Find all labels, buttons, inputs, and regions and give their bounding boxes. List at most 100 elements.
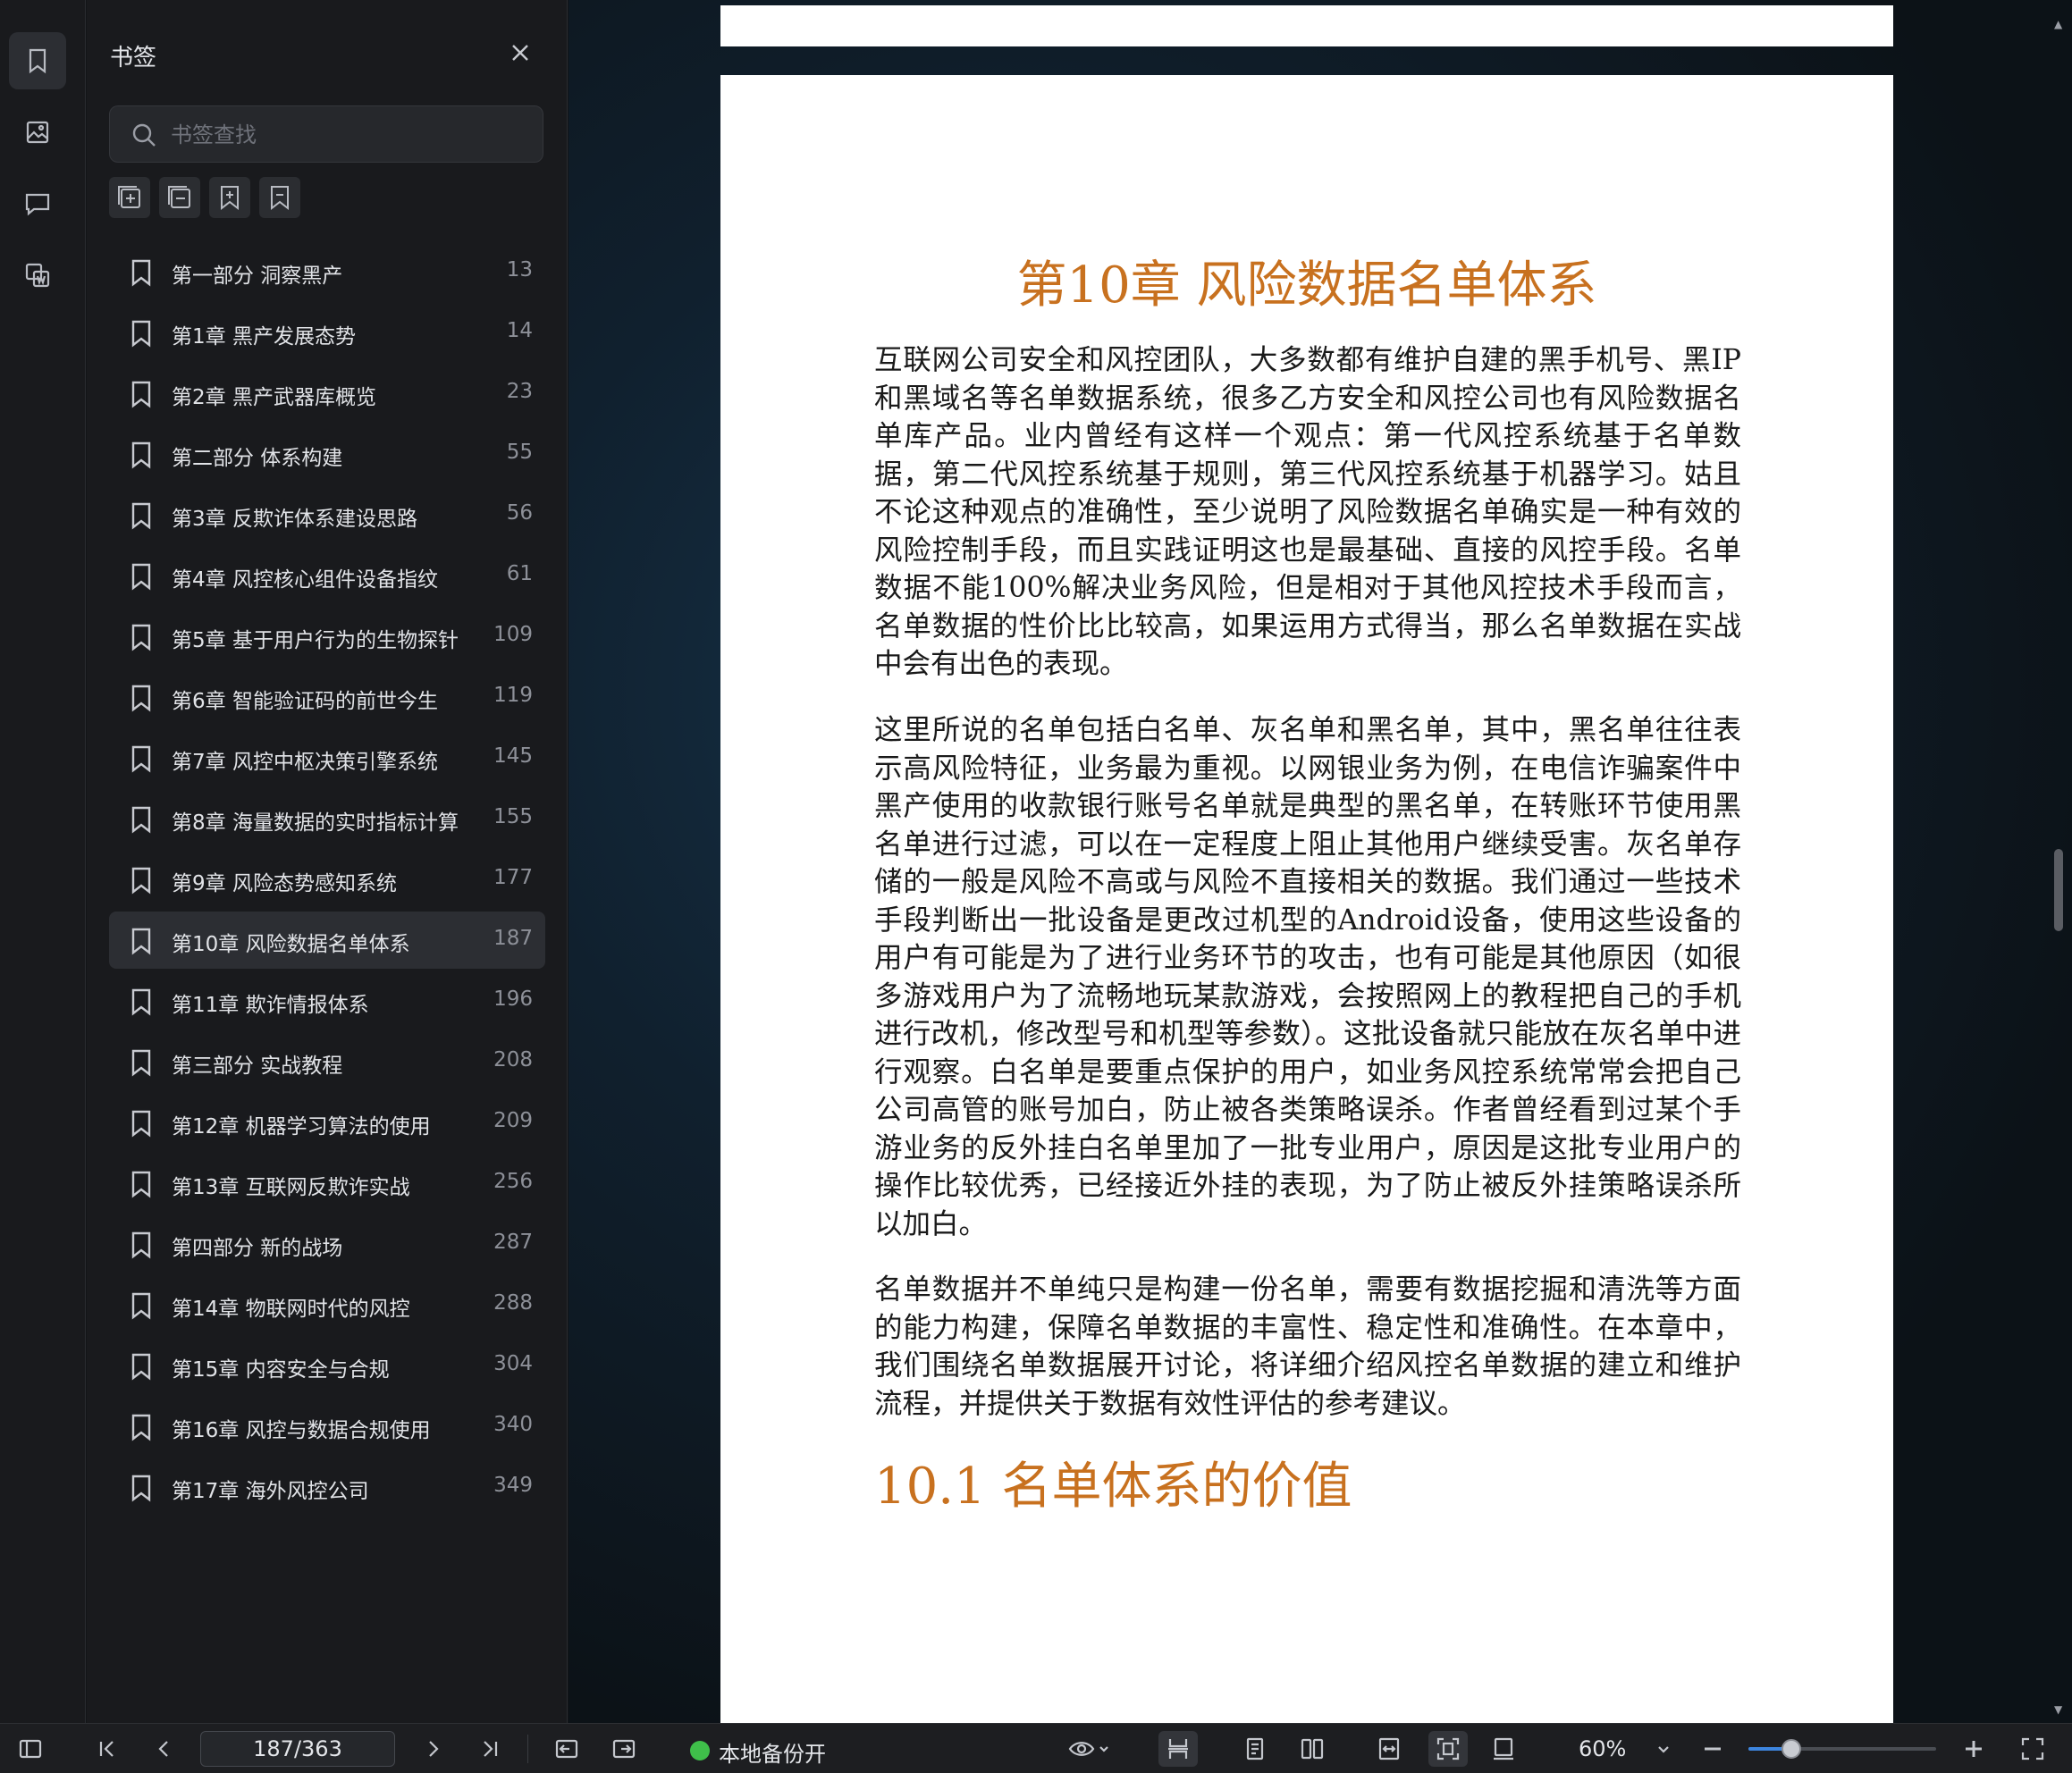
forward-icon (612, 1739, 636, 1759)
bookmark-item[interactable]: 第9章 风险态势感知系统 177 (109, 851, 545, 908)
thumbnails-tab[interactable] (9, 104, 66, 161)
bookmark-item[interactable]: 第11章 欺诈情报体系 196 (109, 972, 545, 1029)
bookmark-icon (127, 1412, 156, 1442)
section-title: 10.1 名单体系的价值 (874, 1458, 1352, 1516)
first-page-icon (99, 1741, 114, 1757)
bookmark-label: 第四部分 新的战场 (172, 1237, 343, 1260)
bookmark-icon (127, 318, 156, 349)
bookmark-search-input[interactable] (171, 117, 528, 153)
bookmark-item[interactable]: 第三部分 实战教程 208 (109, 1033, 545, 1090)
sidebar-toggle-icon (19, 1739, 42, 1759)
document-page: 第10章 风险数据名单体系 互联网公司安全和风控团队，大多数都有维护自建的黑手机… (720, 75, 1893, 1723)
first-page-button[interactable] (89, 1731, 125, 1767)
bookmark-label: 第9章 风险态势感知系统 (172, 872, 397, 895)
bookmark-page-number: 23 (506, 380, 533, 403)
remove-bookmark-icon (271, 186, 289, 211)
bookmark-page-number: 145 (493, 744, 533, 768)
bookmark-icon (127, 804, 156, 835)
bookmark-item[interactable]: 第13章 互联网反欺诈实战 256 (109, 1155, 545, 1212)
continuous-scroll-button[interactable] (1158, 1731, 1198, 1767)
bookmark-page-number: 209 (493, 1109, 533, 1132)
last-page-button[interactable] (472, 1731, 508, 1767)
bookmark-label: 第11章 欺诈情报体系 (172, 994, 369, 1017)
toggle-sidebar-button[interactable] (13, 1731, 48, 1767)
navigate-back-button[interactable] (549, 1731, 585, 1767)
navigate-forward-button[interactable] (606, 1731, 642, 1767)
bookmark-item[interactable]: 第6章 智能验证码的前世今生 119 (109, 668, 545, 726)
vertical-scrollbar-thumb[interactable] (2054, 849, 2063, 931)
previous-page-button[interactable] (147, 1731, 182, 1767)
bookmark-item[interactable]: 第4章 风控核心组件设备指纹 61 (109, 547, 545, 604)
translate-tab[interactable] (9, 247, 66, 304)
two-page-button[interactable] (1294, 1731, 1330, 1767)
page-number-input[interactable] (201, 1732, 394, 1766)
bookmark-page-number: 56 (506, 501, 533, 525)
bookmark-item[interactable]: 第15章 内容安全与合规 304 (109, 1337, 545, 1394)
bookmark-toolbar (109, 177, 300, 218)
bookmark-item[interactable]: 第1章 黑产发展态势 14 (109, 304, 545, 361)
bookmark-label: 第6章 智能验证码的前世今生 (172, 690, 438, 713)
remove-bookmark-button[interactable] (259, 177, 300, 218)
bookmark-item[interactable]: 第四部分 新的战场 287 (109, 1215, 545, 1273)
zoom-slider-thumb[interactable] (1781, 1739, 1802, 1759)
bookmark-item[interactable]: 第一部分 洞察黑产 13 (109, 243, 545, 300)
fullscreen-button[interactable] (2015, 1731, 2051, 1767)
bookmark-label: 第16章 风控与数据合规使用 (172, 1419, 431, 1442)
rotate-button[interactable] (1486, 1731, 1521, 1767)
bookmark-icon (127, 1351, 156, 1382)
expand-all-button[interactable] (109, 177, 150, 218)
zoom-slider[interactable] (1748, 1747, 1936, 1751)
bookmark-search[interactable] (109, 105, 543, 163)
zoom-in-button[interactable] (1956, 1731, 1992, 1767)
bookmark-page-number: 14 (506, 319, 533, 342)
collapse-all-button[interactable] (159, 177, 200, 218)
fit-width-button[interactable] (1371, 1731, 1407, 1767)
zoom-out-button[interactable] (1695, 1731, 1731, 1767)
page-number-field[interactable] (200, 1731, 395, 1767)
bookmark-item[interactable]: 第14章 物联网时代的风控 288 (109, 1276, 545, 1333)
close-panel-button[interactable] (507, 39, 534, 66)
bookmark-item[interactable]: 第7章 风控中枢决策引擎系统 145 (109, 729, 545, 786)
document-viewer[interactable]: 第10章 风险数据名单体系 互联网公司安全和风控团队，大多数都有维护自建的黑手机… (569, 0, 2072, 1723)
bookmark-item[interactable]: 第3章 反欺诈体系建设思路 56 (109, 486, 545, 543)
bookmark-label: 第8章 海量数据的实时指标计算 (172, 811, 459, 835)
single-page-button[interactable] (1237, 1731, 1273, 1767)
bookmark-item[interactable]: 第10章 风险数据名单体系 187 (109, 912, 545, 969)
bookmark-page-number: 349 (493, 1474, 533, 1497)
back-icon (555, 1739, 578, 1759)
bookmark-item[interactable]: 第8章 海量数据的实时指标计算 155 (109, 790, 545, 847)
zoom-dropdown[interactable] (1650, 1731, 1677, 1767)
bookmark-label: 第三部分 实战教程 (172, 1055, 343, 1078)
scroll-down-arrow[interactable]: ▼ (2054, 1703, 2065, 1716)
bookmark-item[interactable]: 第17章 海外风控公司 349 (109, 1458, 545, 1516)
bookmark-icon (127, 1047, 156, 1078)
bookmark-item[interactable]: 第16章 风控与数据合规使用 340 (109, 1398, 545, 1455)
bookmark-item[interactable]: 第2章 黑产武器库概览 23 (109, 365, 545, 422)
bookmark-item[interactable]: 第二部分 体系构建 55 (109, 425, 545, 483)
bookmark-page-number: 187 (493, 927, 533, 950)
fit-page-button[interactable] (1428, 1731, 1468, 1767)
bookmark-page-number: 256 (493, 1170, 533, 1193)
chevron-right-icon (429, 1741, 439, 1757)
expand-all-icon (118, 186, 140, 208)
bookmark-label: 第二部分 体系构建 (172, 447, 343, 470)
scroll-up-arrow[interactable]: ▲ (2054, 18, 2065, 30)
bookmark-page-number: 13 (506, 258, 533, 281)
bookmark-item[interactable]: 第5章 基于用户行为的生物探针 109 (109, 608, 545, 665)
fit-page-icon (1436, 1737, 1460, 1760)
next-page-button[interactable] (415, 1731, 451, 1767)
bookmark-page-number: 109 (493, 623, 533, 646)
bookmark-label: 第4章 风控核心组件设备指纹 (172, 568, 438, 592)
eye-icon (1068, 1742, 1108, 1756)
bookmark-label: 第一部分 洞察黑产 (172, 265, 343, 288)
backup-status-label[interactable]: 本地备份开 (719, 1736, 826, 1768)
bookmark-label: 第17章 海外风控公司 (172, 1480, 369, 1503)
zoom-level[interactable]: 60% (1579, 1736, 1626, 1761)
chevron-left-icon (158, 1741, 168, 1757)
eye-protection-button[interactable] (1060, 1731, 1117, 1767)
bookmark-item[interactable]: 第12章 机器学习算法的使用 209 (109, 1094, 545, 1151)
bookmarks-tab[interactable] (9, 32, 66, 89)
comments-tab[interactable] (9, 175, 66, 232)
comment-icon (25, 193, 50, 216)
add-bookmark-button[interactable] (209, 177, 250, 218)
